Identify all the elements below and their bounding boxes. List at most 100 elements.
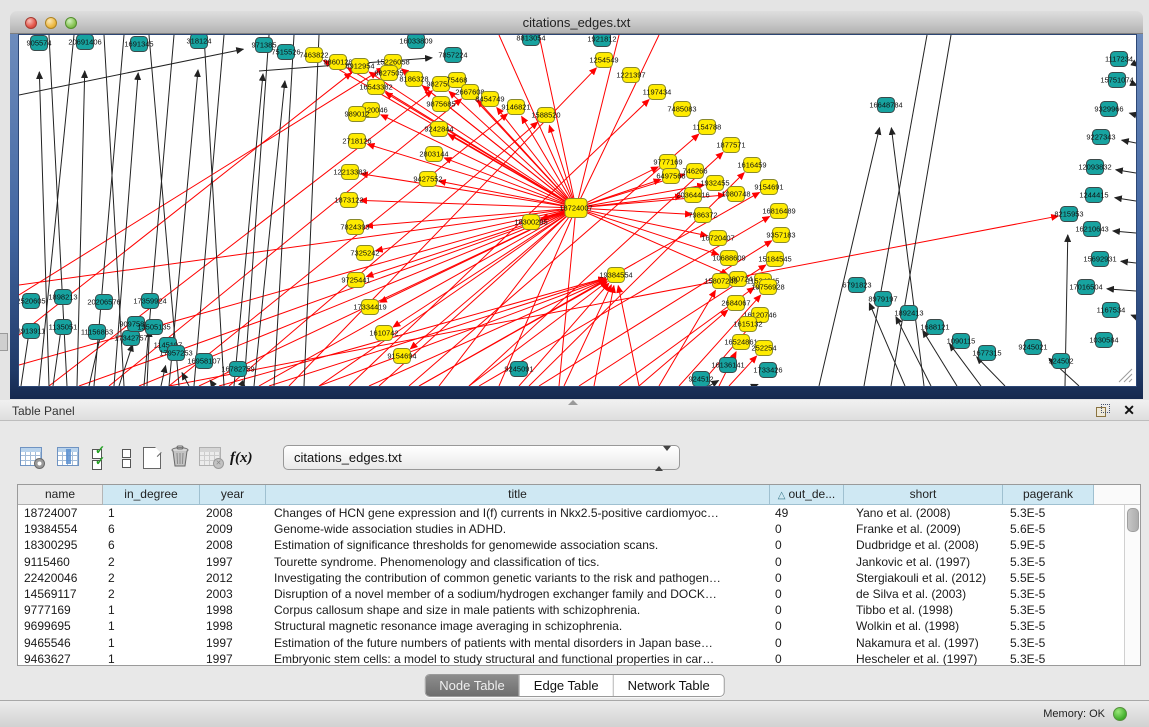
graph-node[interactable]: 1254549 xyxy=(589,53,618,68)
graph-node[interactable]: 12093832 xyxy=(1078,160,1111,175)
column-header-in_degree[interactable]: in_degree xyxy=(103,485,200,505)
graph-node[interactable]: 1221397 xyxy=(616,68,645,83)
column-header-title[interactable]: title xyxy=(266,485,770,505)
graph-node[interactable]: 8912954 xyxy=(345,59,374,74)
graph-node[interactable]: 9245021 xyxy=(1018,340,1047,355)
split-gripper-icon[interactable] xyxy=(568,400,578,405)
graph-node[interactable]: 7485083 xyxy=(667,102,696,117)
graph-node[interactable]: 10688609 xyxy=(712,251,745,266)
graph-node[interactable]: 15751074 xyxy=(1100,73,1133,88)
graph-edge[interactable] xyxy=(1107,289,1136,291)
graph-edge[interactable] xyxy=(891,128,924,386)
graph-node[interactable]: 16136141 xyxy=(711,358,744,373)
graph-edge[interactable] xyxy=(169,216,1058,386)
table-mode-button[interactable] xyxy=(20,447,42,466)
close-panel-button[interactable]: ✕ xyxy=(1123,402,1135,419)
tab-network-table[interactable]: Network Table xyxy=(614,675,724,696)
graph-node[interactable]: 17016504 xyxy=(1069,280,1102,295)
graph-node[interactable]: 7857224 xyxy=(438,48,467,63)
graph-node[interactable]: 1677315 xyxy=(972,346,1001,361)
graph-node[interactable]: 3913911 xyxy=(19,324,45,339)
tab-edge-table[interactable]: Edge Table xyxy=(520,675,614,696)
unselect-all-button[interactable] xyxy=(120,447,132,469)
graph-node[interactable]: 16648784 xyxy=(869,98,902,113)
graph-edge[interactable] xyxy=(19,68,384,295)
scrollbar-thumb[interactable] xyxy=(1127,508,1139,532)
graph-node[interactable]: 9329966 xyxy=(1094,102,1123,117)
resize-grip-icon[interactable] xyxy=(1119,369,1132,382)
graph-node[interactable]: 746266 xyxy=(682,164,707,179)
graph-node[interactable]: 1921812 xyxy=(587,35,616,47)
graph-node[interactable]: 20206576 xyxy=(87,295,120,310)
new-column-button[interactable] xyxy=(143,447,161,469)
graph-node[interactable]: 17359924 xyxy=(133,294,166,309)
graph-edge[interactable] xyxy=(19,208,576,285)
graph-edge[interactable] xyxy=(1122,140,1136,143)
graph-node[interactable]: 8215953 xyxy=(1054,207,1083,222)
graph-node[interactable]: 1615132 xyxy=(733,317,762,332)
graph-edge[interactable] xyxy=(1116,170,1136,173)
graph-node[interactable]: 17334419 xyxy=(353,300,386,315)
graph-node[interactable]: 12213383 xyxy=(333,165,366,180)
table-selector-dropdown[interactable]: citations_edges.txt xyxy=(283,445,680,470)
table-row[interactable]: 1938455462009Genome-wide association stu… xyxy=(18,521,1140,537)
graph-edge[interactable] xyxy=(1113,231,1136,233)
graph-edge[interactable] xyxy=(1115,198,1136,201)
network-graph[interactable]: 7463822986012889129541522605898275051654… xyxy=(19,35,1136,386)
graph-edge[interactable] xyxy=(210,380,214,386)
graph-node[interactable]: 318124 xyxy=(186,35,211,49)
table-row[interactable]: 946554611997Estimation of the future num… xyxy=(18,635,1140,651)
graph-node[interactable]: 1733426 xyxy=(753,363,782,378)
network-canvas[interactable]: 7463822986012889129541522605898275051654… xyxy=(18,34,1137,387)
graph-node[interactable]: 1588520 xyxy=(531,108,560,123)
graph-edge[interactable] xyxy=(819,128,879,386)
table-row[interactable]: 1872400712008Changes of HCN gene express… xyxy=(18,505,1140,521)
graph-node[interactable]: 1135051 xyxy=(49,320,78,335)
graph-node[interactable]: 924502 xyxy=(1048,354,1073,369)
function-builder-button[interactable]: f(x) xyxy=(230,449,253,467)
vertical-scrollbar[interactable] xyxy=(1124,505,1140,665)
graph-node[interactable]: 1932455 xyxy=(700,176,729,191)
graph-node[interactable]: 20364416 xyxy=(676,188,709,203)
graph-node[interactable]: 16816489 xyxy=(762,204,795,219)
show-columns-button[interactable] xyxy=(57,447,79,466)
graph-node[interactable]: 20691406 xyxy=(68,35,101,50)
graph-node[interactable]: 15692931 xyxy=(1083,252,1116,267)
graph-edge[interactable] xyxy=(1130,113,1136,115)
delete-table-button[interactable]: ✕ xyxy=(199,447,221,466)
graph-node[interactable]: 8979197 xyxy=(868,292,897,307)
graph-node[interactable]: 13505135 xyxy=(137,320,170,335)
graph-node[interactable]: 9427552 xyxy=(413,172,442,187)
graph-edge[interactable] xyxy=(409,134,699,386)
graph-node[interactable]: 16210643 xyxy=(1075,222,1108,237)
table-row[interactable]: 911546021997Tourette syndrome. Phenomeno… xyxy=(18,554,1140,570)
graph-edge[interactable] xyxy=(1121,261,1136,263)
column-header-name[interactable]: name xyxy=(18,485,103,505)
table-row[interactable]: 1830029562008Estimation of significance … xyxy=(18,537,1140,553)
graph-node[interactable]: 1610742 xyxy=(369,326,398,341)
graph-edge[interactable] xyxy=(77,71,85,386)
graph-node[interactable]: 1030584 xyxy=(1089,333,1118,348)
graph-node[interactable]: 1898213 xyxy=(48,290,77,305)
graph-node[interactable]: 2718126 xyxy=(342,134,371,149)
graph-edge[interactable] xyxy=(977,357,1005,386)
graph-node[interactable]: 1117234 xyxy=(1105,52,1133,67)
graph-node[interactable]: 7824393 xyxy=(340,220,369,235)
graph-node[interactable]: 17342757 xyxy=(114,331,147,346)
graph-edge[interactable] xyxy=(244,35,269,386)
graph-edge[interactable] xyxy=(254,81,285,386)
graph-node[interactable]: 1688121 xyxy=(920,320,949,335)
graph-node[interactable]: 16782759 xyxy=(221,362,254,377)
graph-node[interactable]: 1244415 xyxy=(1079,188,1108,203)
graph-node[interactable]: 16720407 xyxy=(701,231,734,246)
graph-node[interactable]: 11156863 xyxy=(81,325,113,340)
tab-node-table[interactable]: Node Table xyxy=(425,675,520,696)
window-titlebar[interactable]: citations_edges.txt xyxy=(10,11,1143,34)
table-row[interactable]: 2242004622012Investigating the contribut… xyxy=(18,570,1140,586)
graph-node[interactable]: 252254 xyxy=(751,341,776,356)
graph-node[interactable]: 15184545 xyxy=(758,252,791,267)
graph-node[interactable]: 1080748 xyxy=(721,187,750,202)
graph-edge[interactable] xyxy=(1131,315,1136,317)
graph-node[interactable]: 16958107 xyxy=(187,354,220,369)
graph-node[interactable]: 6791823 xyxy=(842,278,871,293)
